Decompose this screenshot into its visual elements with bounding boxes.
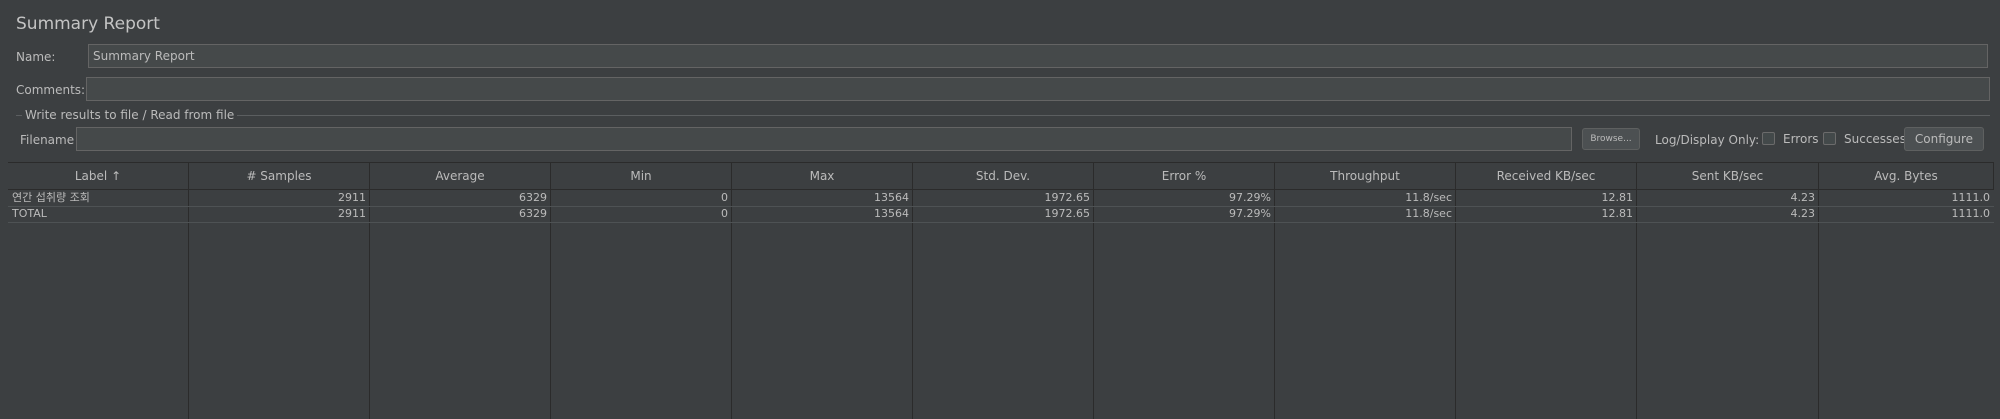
column-header-label[interactable]: Label ↑ xyxy=(8,163,189,189)
cell-min: 0 xyxy=(721,191,728,204)
comments-label: Comments: xyxy=(16,83,86,97)
name-input[interactable] xyxy=(88,44,1988,68)
cell-label: TOTAL xyxy=(12,207,47,220)
browse-button[interactable]: Browse... xyxy=(1582,128,1640,150)
file-group-border xyxy=(16,115,1990,116)
comments-input[interactable] xyxy=(86,77,1990,101)
column-header-average[interactable]: Average xyxy=(370,163,551,189)
cell-received-kbps: 12.81 xyxy=(1601,191,1634,204)
cell-label: 연간 섭취량 조회 xyxy=(12,191,90,204)
column-header-error-pct[interactable]: Error % xyxy=(1094,163,1275,189)
cell-sent-kbps: 4.23 xyxy=(1790,207,1816,220)
cell-std-dev: 1972.65 xyxy=(1044,191,1091,204)
cell-sent-kbps: 4.23 xyxy=(1790,191,1816,204)
column-header-std-dev[interactable]: Std. Dev. xyxy=(913,163,1094,189)
cell-max: 13564 xyxy=(874,191,909,204)
name-label: Name: xyxy=(16,50,56,64)
table-header: Label ↑ # Samples Average Min Max Std. Dev. Er… xyxy=(8,163,1994,190)
cell-error-pct: 97.29% xyxy=(1229,191,1271,204)
configure-button[interactable]: Configure xyxy=(1904,127,1984,151)
cell-max: 13564 xyxy=(874,207,909,220)
column-header-avg-bytes[interactable]: Avg. Bytes xyxy=(1819,163,1994,189)
cell-error-pct: 97.29% xyxy=(1229,207,1271,220)
cell-samples: 2911 xyxy=(338,191,366,204)
table-row[interactable]: 연간 섭취량 조회 2911 6329 0 13564 1972.65 97.29% 11.8… xyxy=(8,190,1994,207)
cell-std-dev: 1972.65 xyxy=(1044,207,1091,220)
errors-checkbox[interactable] xyxy=(1762,132,1775,145)
cell-avg-bytes: 1111.0 xyxy=(1951,191,1991,204)
log-display-label: Log/Display Only: xyxy=(1655,133,1760,147)
column-header-received-kbps[interactable]: Received KB/sec xyxy=(1456,163,1637,189)
summary-table: Label ↑ # Samples Average Min Max Std. Dev. Er… xyxy=(8,162,1994,419)
file-group-title: Write results to file / Read from file xyxy=(22,108,238,122)
column-header-sent-kbps[interactable]: Sent KB/sec xyxy=(1637,163,1819,189)
cell-throughput: 11.8/sec xyxy=(1405,191,1452,204)
cell-avg-bytes: 1111.0 xyxy=(1951,207,1991,220)
filename-input[interactable] xyxy=(76,127,1572,151)
successes-label: Successes xyxy=(1844,132,1906,146)
cell-throughput: 11.8/sec xyxy=(1405,207,1452,220)
cell-received-kbps: 12.81 xyxy=(1601,207,1634,220)
column-header-throughput[interactable]: Throughput xyxy=(1275,163,1456,189)
cell-average: 6329 xyxy=(519,191,547,204)
table-row-total[interactable]: TOTAL 2911 6329 0 13564 1972.65 97.29% 11.8/sec… xyxy=(8,206,1994,223)
errors-label: Errors xyxy=(1783,132,1819,146)
filename-label: Filename xyxy=(20,133,75,147)
cell-samples: 2911 xyxy=(338,207,366,220)
panel-title: Summary Report xyxy=(16,14,160,34)
cell-average: 6329 xyxy=(519,207,547,220)
column-header-samples[interactable]: # Samples xyxy=(189,163,370,189)
column-header-max[interactable]: Max xyxy=(732,163,913,189)
cell-min: 0 xyxy=(721,207,728,220)
successes-checkbox[interactable] xyxy=(1823,132,1836,145)
column-header-min[interactable]: Min xyxy=(551,163,732,189)
